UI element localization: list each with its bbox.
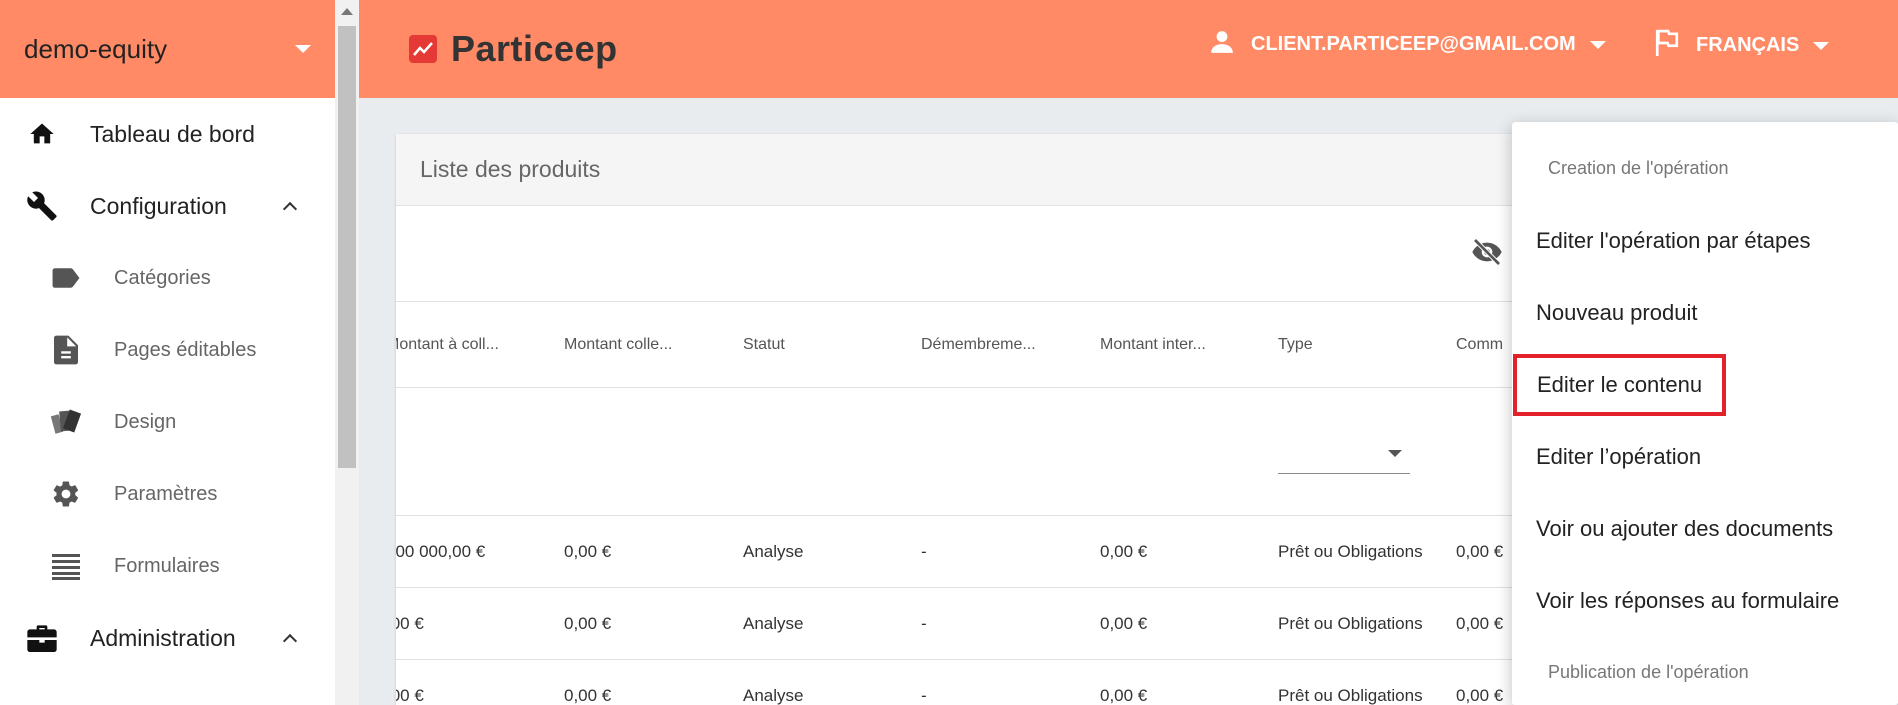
menu-item-edit-content[interactable]: Editer le contenu <box>1512 354 1727 416</box>
visibility-off-icon[interactable] <box>1469 236 1505 273</box>
user-email: CLIENT.PARTICEEP@GMAIL.COM <box>1251 33 1576 55</box>
column-header[interactable]: Montant colle... <box>564 336 673 354</box>
menu-item-edit-operation[interactable]: Editer l’opération <box>1536 444 1701 470</box>
chevron-up-icon <box>282 201 298 217</box>
table-toolbar <box>396 206 1556 302</box>
table-cell: 000 000,00 € <box>396 542 486 561</box>
language-label: FRANÇAIS <box>1696 34 1800 56</box>
scroll-thumb[interactable] <box>338 26 356 468</box>
menu-section-header: Creation de l'opération <box>1548 158 1729 178</box>
menu-item-form-responses[interactable]: Voir les réponses au formulaire <box>1536 588 1839 614</box>
sidebar-item-configuration[interactable]: Configuration <box>0 170 335 242</box>
column-header[interactable]: Statut <box>743 336 785 354</box>
menu-item-documents[interactable]: Voir ou ajouter des documents <box>1536 516 1833 542</box>
table-cell: - <box>921 686 927 705</box>
table-cell: 0,00 € <box>564 542 612 561</box>
table-cell: ,00 € <box>396 614 424 633</box>
product-table: Montant à coll... Montant colle... Statu… <box>396 302 1546 705</box>
user-icon <box>1209 28 1235 61</box>
sidebar-item-settings[interactable]: Paramètres <box>0 458 335 530</box>
chevron-down-icon <box>1813 41 1830 50</box>
table-cell: 0,00 € <box>1100 542 1148 561</box>
table-cell: Analyse <box>743 614 804 633</box>
gear-icon <box>48 476 84 512</box>
table-cell: 0,00 € <box>564 614 612 633</box>
table-cell: 0,00 € <box>564 686 612 705</box>
table-cell: 0,00 € <box>1456 542 1504 561</box>
product-actions-menu: Creation de l'opération Editer l'opérati… <box>1512 122 1898 705</box>
chevron-down-icon <box>1589 40 1606 49</box>
table-cell: 0,00 € <box>1456 614 1504 633</box>
sidebar-scrollbar[interactable] <box>335 0 359 705</box>
language-menu[interactable]: FRANÇAIS <box>1654 28 1830 63</box>
sidebar-item-dashboard[interactable]: Tableau de bord <box>0 98 335 170</box>
table-cell: 0,00 € <box>1456 686 1504 705</box>
chevron-up-icon <box>282 633 298 649</box>
sidebar-item-label: Design <box>114 410 177 433</box>
sidebar-item-label: Formulaires <box>114 554 220 577</box>
table-cell: Analyse <box>743 542 804 561</box>
chevron-down-icon <box>295 45 311 53</box>
table-header: Montant à coll... Montant colle... Statu… <box>396 302 1546 388</box>
label-icon <box>48 260 84 296</box>
sidebar-item-label: Paramètres <box>114 482 218 505</box>
sidebar-item-forms[interactable]: Formulaires <box>0 530 335 602</box>
sidebar-item-categories[interactable]: Catégories <box>0 242 335 314</box>
column-header[interactable]: Type <box>1278 336 1313 354</box>
table-row[interactable]: ,00 € 0,00 € Analyse - 0,00 € Prêt ou Ob… <box>396 588 1546 660</box>
brand-name: Particeep <box>451 28 618 69</box>
sidebar-nav: Tableau de bord Configuration Catégories… <box>0 98 335 674</box>
sidebar-item-label: Catégories <box>114 266 211 289</box>
table-cell: Analyse <box>743 686 804 705</box>
sidebar-item-label: Tableau de bord <box>90 120 255 147</box>
wrench-icon <box>24 188 60 224</box>
sidebar-item-editable-pages[interactable]: Pages éditables <box>0 314 335 386</box>
table-cell: - <box>921 614 927 633</box>
flag-icon <box>1654 28 1680 63</box>
user-menu[interactable]: CLIENT.PARTICEEP@GMAIL.COM <box>1209 28 1606 61</box>
table-cell: - <box>921 542 927 561</box>
card-header: Liste des produits <box>396 134 1556 206</box>
sidebar-item-design[interactable]: Design <box>0 386 335 458</box>
table-cell: Prêt ou Obligations <box>1278 686 1423 705</box>
table-cell: 0,00 € <box>1100 614 1148 633</box>
brand-logo[interactable]: Particeep <box>409 28 618 70</box>
table-cell: ,00 € <box>396 686 424 705</box>
list-icon <box>48 548 84 584</box>
sidebar-item-label: Pages éditables <box>114 338 257 361</box>
table-cell: Prêt ou Obligations <box>1278 614 1423 633</box>
sidebar-item-label: Configuration <box>90 192 227 219</box>
sidebar-item-label: Administration <box>90 624 236 651</box>
table-cell: Prêt ou Obligations <box>1278 542 1423 561</box>
org-name: demo-equity <box>24 33 168 64</box>
menu-item-new-product[interactable]: Nouveau produit <box>1536 300 1697 326</box>
product-list-card: Liste des produits Montant à coll... Mon… <box>396 134 1556 705</box>
table-cell: 0,00 € <box>1100 686 1148 705</box>
org-selector[interactable]: demo-equity <box>0 0 335 98</box>
table-row[interactable]: ,00 € 0,00 € Analyse - 0,00 € Prêt ou Ob… <box>396 660 1546 705</box>
column-header[interactable]: Démembreme... <box>921 336 1036 354</box>
sidebar-item-administration[interactable]: Administration <box>0 602 335 674</box>
column-header[interactable]: Montant inter... <box>1100 336 1206 354</box>
briefcase-icon <box>24 620 60 656</box>
card-title: Liste des produits <box>420 156 601 182</box>
menu-section-header: Publication de l'opération <box>1548 662 1749 682</box>
palette-icon <box>48 404 84 440</box>
home-icon <box>24 116 60 152</box>
document-icon <box>48 332 84 368</box>
top-bar: Particeep CLIENT.PARTICEEP@GMAIL.COM FRA… <box>359 0 1898 98</box>
column-header[interactable]: Montant à coll... <box>396 336 499 354</box>
filter-row <box>396 388 1546 516</box>
menu-item-edit-by-steps[interactable]: Editer l'opération par étapes <box>1536 228 1810 254</box>
chart-logo-icon <box>409 35 437 63</box>
scroll-up-arrow-icon[interactable] <box>341 8 353 15</box>
table-row[interactable]: 000 000,00 € 0,00 € Analyse - 0,00 € Prê… <box>396 516 1546 588</box>
sidebar: demo-equity Tableau de bord Configuratio… <box>0 0 335 705</box>
column-header[interactable]: Comm <box>1456 336 1503 354</box>
type-filter-select[interactable] <box>1278 438 1410 474</box>
